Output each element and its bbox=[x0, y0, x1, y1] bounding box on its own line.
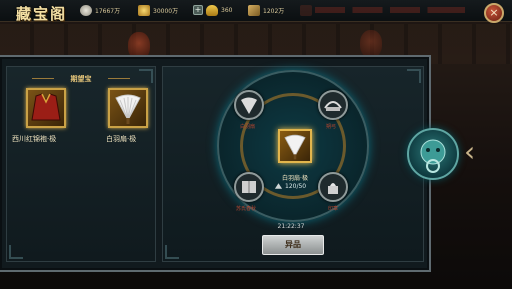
token-amount: 1202万 bbox=[263, 7, 285, 15]
seal-icon bbox=[328, 183, 338, 194]
resource-token: 1202万 bbox=[248, 3, 284, 17]
faded-text bbox=[315, 7, 465, 13]
progress-text: 120/50 bbox=[285, 182, 307, 190]
panel-corner-ornament bbox=[9, 245, 23, 259]
panel-corner-ornament bbox=[165, 245, 179, 259]
expected-treasure-title: 期望宝 bbox=[32, 74, 130, 84]
chevron-left-icon[interactable]: ‹ bbox=[464, 138, 475, 166]
faded-icon bbox=[300, 4, 312, 16]
resource-yuanbao: + 360 bbox=[193, 3, 232, 17]
item-label-fan: 白羽扇·极 bbox=[106, 135, 137, 143]
panel-corner-ornament bbox=[407, 69, 421, 83]
wheel-node-label-book: 苏氏春秋 bbox=[236, 206, 257, 212]
faded-resources bbox=[300, 3, 465, 17]
countdown-timer: 21:22:37 bbox=[277, 223, 305, 230]
wheel-node-book[interactable] bbox=[234, 172, 264, 202]
token-icon bbox=[248, 4, 260, 16]
wheel-node-label-fan: 白羽扇 bbox=[240, 124, 256, 130]
yuanbao-amount: 360 bbox=[221, 6, 233, 14]
gold-coin-icon bbox=[138, 4, 150, 16]
add-resource-button[interactable]: + bbox=[193, 5, 203, 15]
panel-corner-ornament bbox=[139, 69, 153, 83]
shard-progress: 120/50 bbox=[274, 182, 318, 190]
feather-fan-icon bbox=[115, 94, 141, 124]
wheel-node-label-bow: 朔弓 bbox=[326, 124, 337, 130]
feather-fan-icon bbox=[284, 134, 306, 160]
rare-item-button[interactable]: 异品 bbox=[262, 235, 324, 255]
item-slot-fan[interactable] bbox=[108, 88, 148, 128]
feather-small-icon bbox=[274, 183, 283, 189]
gold-amount: 30000万 bbox=[153, 7, 179, 15]
wheel-node-fan[interactable] bbox=[234, 90, 264, 120]
item-slot-robe[interactable] bbox=[26, 88, 66, 128]
feather-icon bbox=[241, 97, 257, 114]
lion-face-icon bbox=[420, 139, 446, 173]
center-treasure-name: 白羽扇·极 bbox=[282, 175, 308, 182]
book-icon bbox=[242, 181, 256, 193]
wheel-node-label-seal: 印章 bbox=[328, 206, 339, 212]
wheel-node-bow[interactable] bbox=[318, 90, 348, 120]
window-title: 藏宝阁 bbox=[16, 5, 68, 23]
item-label-robe: 西川红锦袍·极 bbox=[12, 135, 57, 143]
lantern-decoration bbox=[360, 30, 382, 58]
center-treasure-slot[interactable] bbox=[278, 129, 312, 163]
lion-door-knocker-icon[interactable] bbox=[407, 128, 459, 180]
silver-coin-icon bbox=[80, 4, 92, 16]
resource-gold: 30000万 bbox=[138, 3, 178, 17]
robe-icon bbox=[31, 93, 61, 121]
bow-icon bbox=[324, 101, 342, 111]
wheel-node-seal[interactable] bbox=[318, 172, 348, 202]
close-button[interactable]: × bbox=[484, 3, 504, 23]
silver-amount: 17667万 bbox=[95, 7, 121, 15]
resource-silver: 17667万 bbox=[80, 3, 120, 17]
yuanbao-icon bbox=[206, 4, 218, 16]
